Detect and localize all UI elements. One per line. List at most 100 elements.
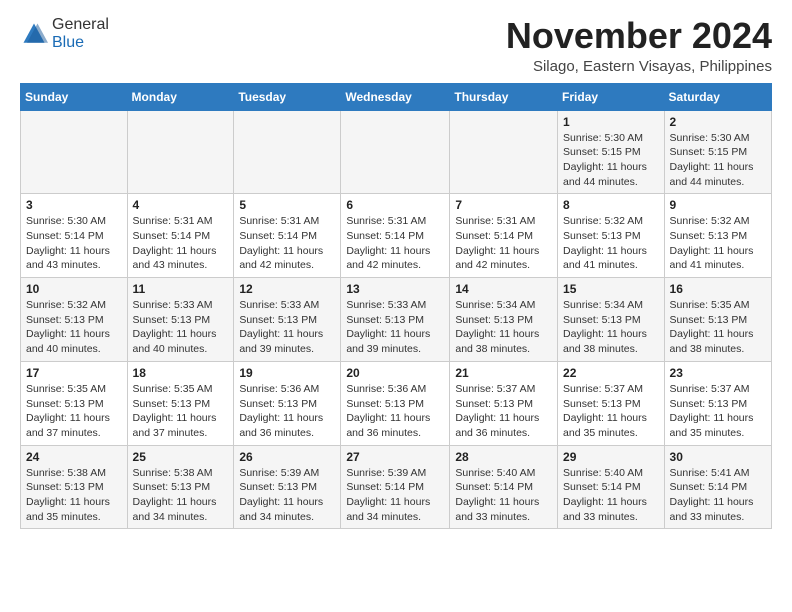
logo-area: General Blue [20,16,109,52]
day-number: 29 [563,450,659,464]
day-number: 28 [455,450,552,464]
day-number: 20 [346,366,444,380]
day-number: 27 [346,450,444,464]
day-cell: 29 Sunrise: 5:40 AM Sunset: 5:14 PM Dayli… [558,445,665,529]
location: Silago, Eastern Visayas, Philippines [506,58,772,75]
day-cell: 16Sunrise: 5:35 AM Sunset: 5:13 PM Dayli… [664,278,771,362]
week-row-3: 10 Sunrise: 5:32 AM Sunset: 5:13 PM Dayli… [21,278,772,362]
day-info: Sunrise: 5:40 AM Sunset: 5:14 PM Dayligh… [563,466,659,525]
day-info: Sunrise: 5:33 AM Sunset: 5:13 PM Dayligh… [133,298,229,357]
day-info: Sunrise: 5:37 AM Sunset: 5:13 PM Dayligh… [670,382,766,441]
calendar-table: SundayMondayTuesdayWednesdayThursdayFrid… [20,83,772,530]
day-cell: 21Sunrise: 5:37 AM Sunset: 5:13 PM Dayli… [450,361,558,445]
day-number: 17 [26,366,122,380]
day-info: Sunrise: 5:34 AM Sunset: 5:13 PM Dayligh… [455,298,552,357]
day-info: Sunrise: 5:36 AM Sunset: 5:13 PM Dayligh… [346,382,444,441]
day-number: 11 [133,282,229,296]
day-cell [127,110,234,194]
week-row-1: 1 Sunrise: 5:30 AM Sunset: 5:15 PM Daylig… [21,110,772,194]
weekday-header-thursday: Thursday [450,83,558,110]
day-number: 7 [455,198,552,212]
day-cell: 7Sunrise: 5:31 AM Sunset: 5:14 PM Daylig… [450,194,558,278]
day-number: 24 [26,450,122,464]
day-info: Sunrise: 5:40 AM Sunset: 5:14 PM Dayligh… [455,466,552,525]
day-cell: 2Sunrise: 5:30 AM Sunset: 5:15 PM Daylig… [664,110,771,194]
day-info: Sunrise: 5:35 AM Sunset: 5:13 PM Dayligh… [26,382,122,441]
day-number: 12 [239,282,335,296]
logo-icon [20,20,48,48]
day-number: 25 [133,450,229,464]
day-number: 4 [133,198,229,212]
day-number: 1 [563,115,659,129]
weekday-header-friday: Friday [558,83,665,110]
day-number: 13 [346,282,444,296]
weekday-header-row: SundayMondayTuesdayWednesdayThursdayFrid… [21,83,772,110]
week-row-4: 17 Sunrise: 5:35 AM Sunset: 5:13 PM Dayli… [21,361,772,445]
day-cell: 15 Sunrise: 5:34 AM Sunset: 5:13 PM Dayli… [558,278,665,362]
logo-blue: Blue [52,34,84,51]
weekday-header-monday: Monday [127,83,234,110]
day-cell: 13Sunrise: 5:33 AM Sunset: 5:13 PM Dayli… [341,278,450,362]
day-cell: 4 Sunrise: 5:31 AM Sunset: 5:14 PM Daylig… [127,194,234,278]
day-cell: 18Sunrise: 5:35 AM Sunset: 5:13 PM Dayli… [127,361,234,445]
day-cell: 14 Sunrise: 5:34 AM Sunset: 5:13 PM Dayli… [450,278,558,362]
day-cell: 1 Sunrise: 5:30 AM Sunset: 5:15 PM Daylig… [558,110,665,194]
day-number: 14 [455,282,552,296]
day-number: 30 [670,450,766,464]
day-number: 10 [26,282,122,296]
day-info: Sunrise: 5:32 AM Sunset: 5:13 PM Dayligh… [670,214,766,273]
title-area: November 2024 Silago, Eastern Visayas, P… [506,16,772,75]
day-cell: 26Sunrise: 5:39 AM Sunset: 5:13 PM Dayli… [234,445,341,529]
day-info: Sunrise: 5:30 AM Sunset: 5:15 PM Dayligh… [563,131,659,190]
day-info: Sunrise: 5:31 AM Sunset: 5:14 PM Dayligh… [239,214,335,273]
weekday-header-tuesday: Tuesday [234,83,341,110]
day-cell [21,110,128,194]
day-number: 23 [670,366,766,380]
day-number: 15 [563,282,659,296]
day-cell: 30Sunrise: 5:41 AM Sunset: 5:14 PM Dayli… [664,445,771,529]
day-number: 9 [670,198,766,212]
day-cell: 6 Sunrise: 5:31 AM Sunset: 5:14 PM Daylig… [341,194,450,278]
day-info: Sunrise: 5:31 AM Sunset: 5:14 PM Dayligh… [346,214,444,273]
day-number: 2 [670,115,766,129]
day-cell: 8 Sunrise: 5:32 AM Sunset: 5:13 PM Daylig… [558,194,665,278]
day-info: Sunrise: 5:35 AM Sunset: 5:13 PM Dayligh… [670,298,766,357]
day-number: 18 [133,366,229,380]
weekday-header-sunday: Sunday [21,83,128,110]
day-number: 22 [563,366,659,380]
day-info: Sunrise: 5:36 AM Sunset: 5:13 PM Dayligh… [239,382,335,441]
week-row-2: 3Sunrise: 5:30 AM Sunset: 5:14 PM Daylig… [21,194,772,278]
day-info: Sunrise: 5:33 AM Sunset: 5:13 PM Dayligh… [239,298,335,357]
day-info: Sunrise: 5:34 AM Sunset: 5:13 PM Dayligh… [563,298,659,357]
day-cell: 28 Sunrise: 5:40 AM Sunset: 5:14 PM Dayli… [450,445,558,529]
day-cell: 17 Sunrise: 5:35 AM Sunset: 5:13 PM Dayli… [21,361,128,445]
day-number: 26 [239,450,335,464]
day-cell: 20 Sunrise: 5:36 AM Sunset: 5:13 PM Dayli… [341,361,450,445]
day-info: Sunrise: 5:32 AM Sunset: 5:13 PM Dayligh… [26,298,122,357]
day-cell: 22Sunrise: 5:37 AM Sunset: 5:13 PM Dayli… [558,361,665,445]
day-info: Sunrise: 5:38 AM Sunset: 5:13 PM Dayligh… [26,466,122,525]
logo-text: General Blue [52,16,109,52]
day-cell: 11 Sunrise: 5:33 AM Sunset: 5:13 PM Dayli… [127,278,234,362]
day-cell: 12 Sunrise: 5:33 AM Sunset: 5:13 PM Dayli… [234,278,341,362]
day-cell: 19Sunrise: 5:36 AM Sunset: 5:13 PM Dayli… [234,361,341,445]
day-number: 8 [563,198,659,212]
day-info: Sunrise: 5:31 AM Sunset: 5:14 PM Dayligh… [133,214,229,273]
day-cell: 23 Sunrise: 5:37 AM Sunset: 5:13 PM Dayli… [664,361,771,445]
day-number: 6 [346,198,444,212]
weekday-header-wednesday: Wednesday [341,83,450,110]
day-info: Sunrise: 5:38 AM Sunset: 5:13 PM Dayligh… [133,466,229,525]
day-info: Sunrise: 5:32 AM Sunset: 5:13 PM Dayligh… [563,214,659,273]
day-number: 5 [239,198,335,212]
week-row-5: 24 Sunrise: 5:38 AM Sunset: 5:13 PM Dayli… [21,445,772,529]
day-cell: 10 Sunrise: 5:32 AM Sunset: 5:13 PM Dayli… [21,278,128,362]
day-cell [234,110,341,194]
day-number: 21 [455,366,552,380]
page: General Blue November 2024 Silago, Easte… [0,0,792,545]
header: General Blue November 2024 Silago, Easte… [20,16,772,75]
day-cell [450,110,558,194]
day-number: 3 [26,198,122,212]
day-cell [341,110,450,194]
day-info: Sunrise: 5:39 AM Sunset: 5:14 PM Dayligh… [346,466,444,525]
day-cell: 24 Sunrise: 5:38 AM Sunset: 5:13 PM Dayli… [21,445,128,529]
